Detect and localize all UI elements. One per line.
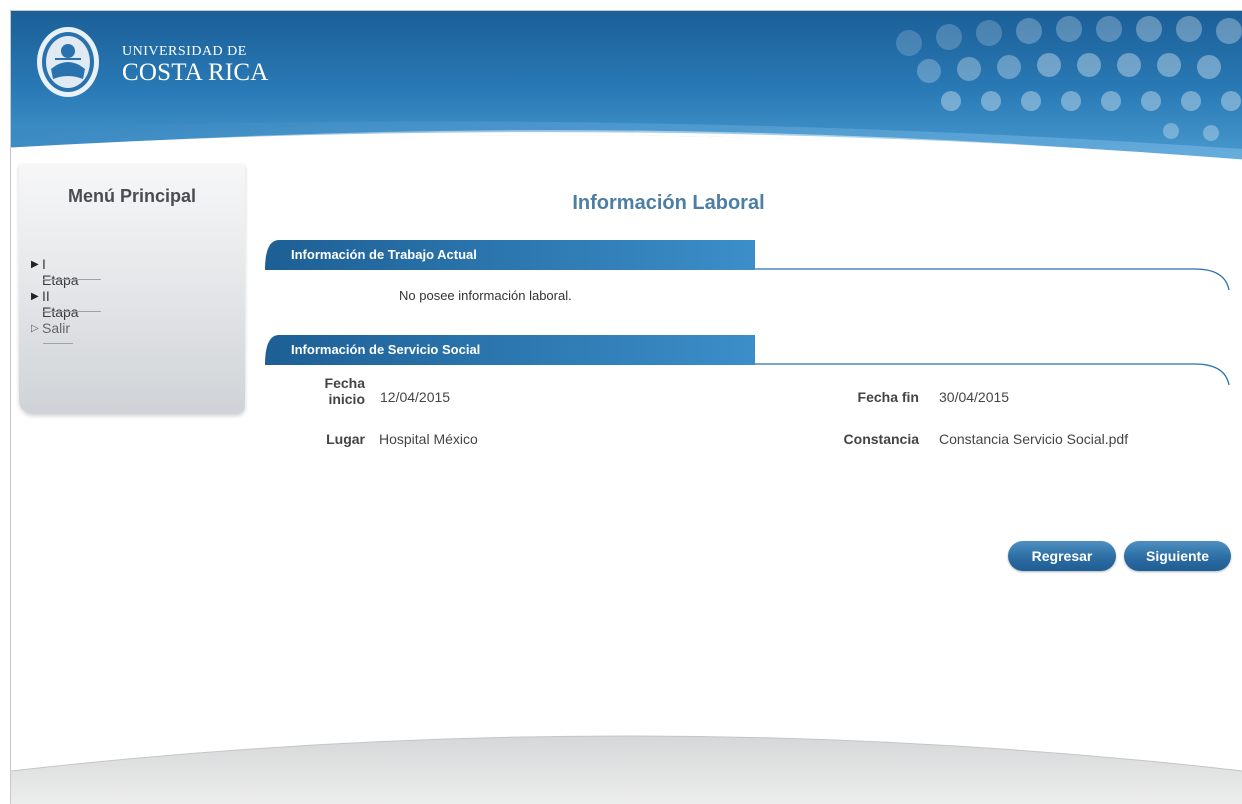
logo-line-2: COSTA RICA — [122, 59, 269, 86]
start-date-value: 12/04/2015 — [380, 389, 451, 405]
menu-title: Menú Principal — [67, 186, 197, 206]
sidebar-item-label[interactable]: II Etapa — [42, 288, 79, 320]
triangle-right-icon: ▶ — [31, 259, 39, 270]
sidebar-item-label[interactable]: Salir — [42, 320, 70, 336]
sidebar-menu: Menú Principal ▶ I Etapa ▶ II Etapa ▷ Sa… — [19, 164, 245, 414]
menu-divider — [43, 311, 101, 312]
header-banner: UNIVERSIDAD DE COSTA RICA — [11, 11, 1242, 161]
certificate-link[interactable]: Constancia Servicio Social.pdf — [939, 431, 1128, 447]
section-divider-line — [755, 268, 1230, 291]
university-seal-icon — [35, 25, 101, 99]
section-header-social-service: Información de Servicio Social — [265, 335, 755, 365]
triangle-right-outline-icon: ▷ — [31, 323, 39, 334]
start-date-label-line-2: inicio — [328, 391, 365, 407]
place-label: Lugar — [326, 431, 365, 447]
triangle-right-icon: ▶ — [31, 291, 39, 302]
start-date-label: Fecha inicio — [301, 375, 365, 407]
certificate-label: Constancia — [843, 431, 919, 447]
menu-divider — [43, 279, 101, 280]
university-logo: UNIVERSIDAD DE COSTA RICA — [122, 44, 269, 86]
section-header-current-job: Información de Trabajo Actual — [265, 240, 755, 270]
footer-decoration — [11, 701, 1242, 804]
next-button[interactable]: Siguiente — [1124, 541, 1231, 571]
section-divider-line — [755, 363, 1230, 386]
back-button[interactable]: Regresar — [1008, 541, 1116, 571]
menu-divider — [43, 343, 73, 344]
start-date-label-line-1: Fecha — [324, 375, 365, 391]
no-job-info-text: No posee información laboral. — [399, 288, 572, 303]
end-date-label: Fecha fin — [857, 389, 919, 405]
page-frame: UNIVERSIDAD DE COSTA RICA Menú Principal… — [10, 10, 1242, 804]
section-title: Información de Trabajo Actual — [291, 247, 477, 262]
end-date-value: 30/04/2015 — [939, 389, 1010, 405]
place-value: Hospital México — [379, 431, 478, 447]
section-title: Información de Servicio Social — [291, 342, 481, 357]
logo-line-1: UNIVERSIDAD DE — [122, 44, 247, 59]
page-title: Información Laboral — [572, 192, 765, 214]
sidebar-item-label[interactable]: I Etapa — [42, 256, 79, 288]
